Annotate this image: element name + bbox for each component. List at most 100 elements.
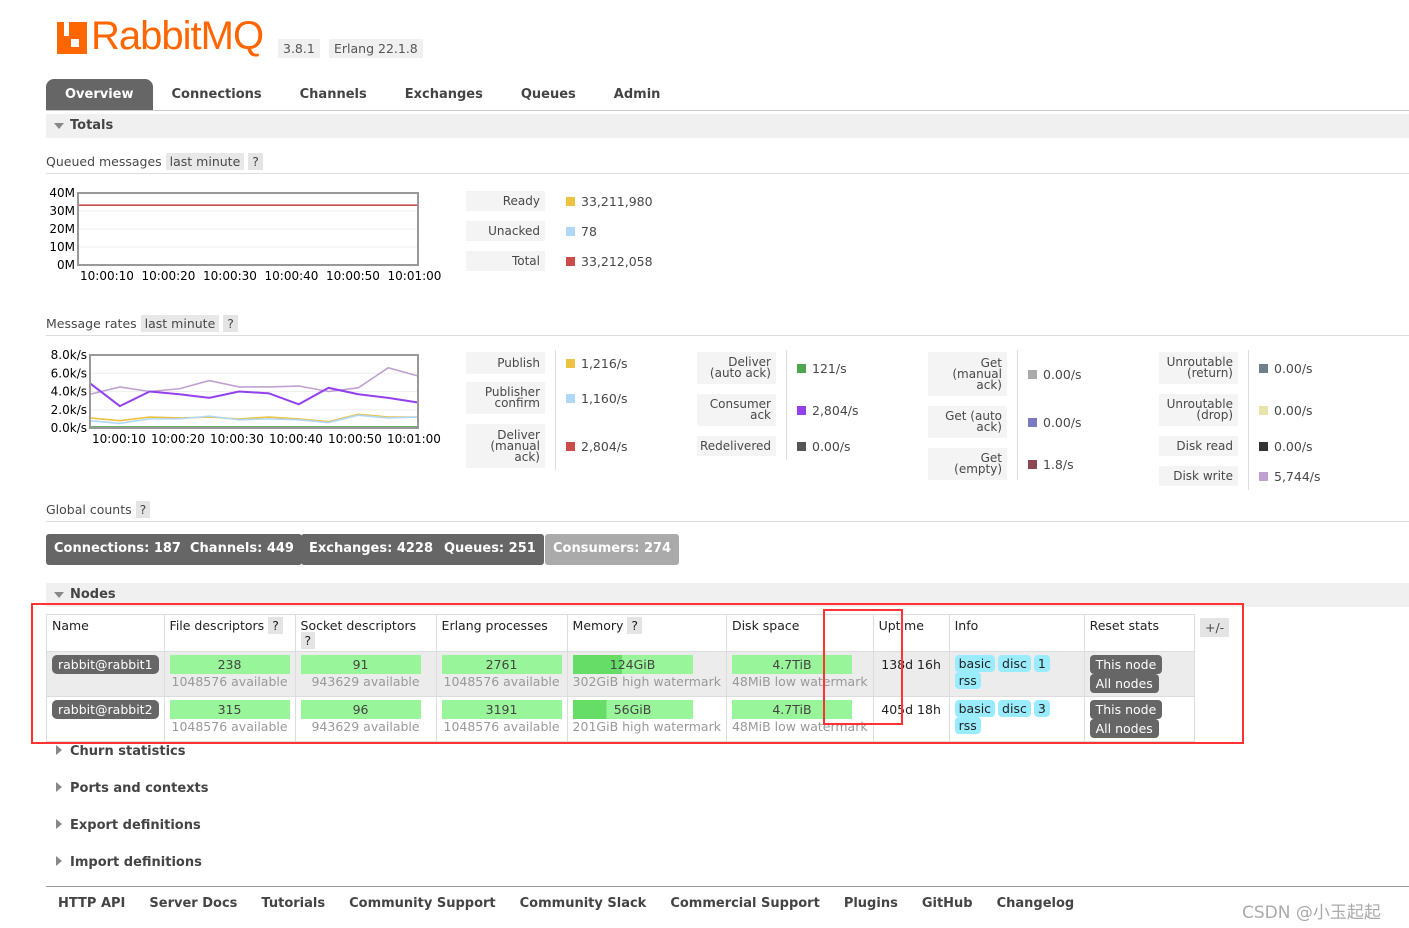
nav-tabs: Overview Connections Channels Exchanges … — [46, 79, 1409, 111]
footer-link-community-support[interactable]: Community Support — [349, 896, 496, 911]
help-button[interactable]: ? — [135, 501, 151, 518]
tab-channels[interactable]: Channels — [281, 79, 386, 110]
expand-icon — [56, 856, 62, 866]
footer-link-github[interactable]: GitHub — [922, 896, 973, 911]
legend-label: Publish — [466, 352, 545, 374]
x-tick-label: 10:00:40 — [269, 432, 323, 446]
legend-swatch — [566, 256, 575, 266]
export-definitions-toggle[interactable]: Export definitions — [56, 818, 201, 833]
tab-queues[interactable]: Queues — [502, 79, 595, 110]
legend-value: 1.8/s — [1028, 456, 1074, 472]
footer-link-plugins[interactable]: Plugins — [844, 896, 898, 911]
legend-swatch — [566, 441, 575, 451]
series-line — [89, 414, 419, 425]
x-tick-label: 10:00:20 — [142, 269, 196, 283]
footer-link-community-slack[interactable]: Community Slack — [520, 896, 647, 911]
tab-admin[interactable]: Admin — [595, 79, 680, 110]
queued-messages-chart: 40M 30M 20M 10M 0M 10:00:10 10:00:20 10:00:30 10… — [49, 186, 441, 283]
x-tick-label: 10:00:10 — [92, 432, 146, 446]
divider — [786, 350, 787, 460]
legend-value: 2,804/s — [566, 438, 628, 454]
y-tick-label: 6.0k/s — [51, 366, 87, 380]
legend-value: 0.00/s — [1259, 402, 1313, 418]
footer-link-http-api[interactable]: HTTP API — [58, 896, 125, 911]
legend-swatch — [797, 441, 806, 451]
legend-value: 0.00/s — [797, 438, 851, 454]
watermark: CSDN @小玉起起 — [1242, 903, 1381, 923]
legend-value: 0.00/s — [1028, 414, 1082, 430]
tab-connections[interactable]: Connections — [153, 79, 281, 110]
queues-count-button[interactable]: Queues: 251 — [436, 534, 544, 565]
legend-value: 1,216/s — [566, 355, 628, 371]
divider — [1017, 350, 1018, 480]
legend-swatch — [1259, 471, 1268, 481]
footer: HTTP API Server Docs Tutorials Community… — [46, 886, 1409, 911]
footer-link-changelog[interactable]: Changelog — [997, 896, 1075, 911]
legend-label: Unroutable (return) — [1159, 352, 1238, 384]
x-tick-label: 10:00:10 — [80, 269, 134, 283]
legend-value: 121/s — [797, 360, 847, 376]
x-tick-label: 10:00:30 — [203, 269, 257, 283]
help-button[interactable]: ? — [223, 315, 238, 332]
rabbitmq-logo: RabbitMQ — [57, 16, 264, 56]
legend-swatch — [566, 393, 575, 403]
x-tick-label: 10:00:50 — [328, 432, 382, 446]
totals-section-toggle[interactable]: Totals — [46, 114, 1409, 138]
rabbit-icon — [57, 22, 87, 54]
ports-contexts-toggle[interactable]: Ports and contexts — [56, 781, 208, 796]
highlight-box — [31, 603, 1244, 744]
legend-swatch — [1259, 441, 1268, 451]
footer-link-tutorials[interactable]: Tutorials — [261, 896, 325, 911]
y-tick-label: 0M — [57, 258, 75, 272]
channels-count-button[interactable]: Channels: 449 — [182, 534, 302, 565]
uptime-highlight-box — [823, 609, 903, 725]
legend-swatch — [566, 196, 575, 206]
legend-label: Disk read — [1159, 436, 1238, 456]
legend-label: Total — [466, 251, 545, 271]
y-tick-label: 20M — [49, 222, 75, 236]
tab-overview[interactable]: Overview — [46, 79, 153, 110]
legend-swatch — [1028, 369, 1037, 379]
legend-swatch — [797, 363, 806, 373]
legend-label: Unroutable (drop) — [1159, 394, 1238, 426]
y-tick-label: 40M — [49, 186, 75, 200]
legend-swatch — [1028, 459, 1037, 469]
divider — [555, 350, 556, 470]
legend-value: 0.00/s — [1259, 360, 1313, 376]
connections-count-button[interactable]: Connections: 187 — [46, 534, 189, 565]
expand-icon — [56, 782, 62, 792]
legend-value: 78 — [566, 223, 597, 239]
churn-statistics-toggle[interactable]: Churn statistics — [56, 744, 186, 759]
y-tick-label: 2.0k/s — [51, 403, 87, 417]
x-tick-label: 10:00:50 — [326, 269, 380, 283]
legend-label: Get (empty) — [928, 448, 1007, 480]
x-tick-label: 10:00:20 — [151, 432, 205, 446]
collapse-icon — [54, 123, 64, 129]
y-tick-label: 8.0k/s — [51, 348, 87, 362]
legend-label: Deliver (manual ack) — [466, 424, 545, 468]
legend-swatch — [1259, 405, 1268, 415]
global-counts-header: Global counts ? — [46, 501, 1409, 522]
legend-label: Unacked — [466, 221, 545, 241]
footer-link-server-docs[interactable]: Server Docs — [149, 896, 237, 911]
exchanges-count-button[interactable]: Exchanges: 4228 — [301, 534, 442, 565]
legend-value: 0.00/s — [1028, 366, 1082, 382]
legend-swatch — [797, 405, 806, 415]
range-selector[interactable]: last minute — [165, 153, 245, 170]
tab-exchanges[interactable]: Exchanges — [386, 79, 502, 110]
expand-icon — [56, 819, 62, 829]
y-tick-label: 30M — [49, 204, 75, 218]
legend-value: 2,804/s — [797, 402, 859, 418]
import-definitions-toggle[interactable]: Import definitions — [56, 855, 202, 870]
range-selector[interactable]: last minute — [140, 315, 220, 332]
expand-icon — [56, 745, 62, 755]
legend-label: Publisher confirm — [466, 382, 545, 414]
legend-swatch — [1028, 417, 1037, 427]
legend-label: Ready — [466, 191, 545, 211]
consumers-count-button[interactable]: Consumers: 274 — [545, 534, 680, 565]
help-button[interactable]: ? — [248, 153, 263, 170]
legend-label: Get (manual ack) — [928, 352, 1007, 396]
legend-value: 5,744/s — [1259, 468, 1321, 484]
legend-value: 33,212,058 — [566, 253, 653, 269]
footer-link-commercial-support[interactable]: Commercial Support — [670, 896, 820, 911]
